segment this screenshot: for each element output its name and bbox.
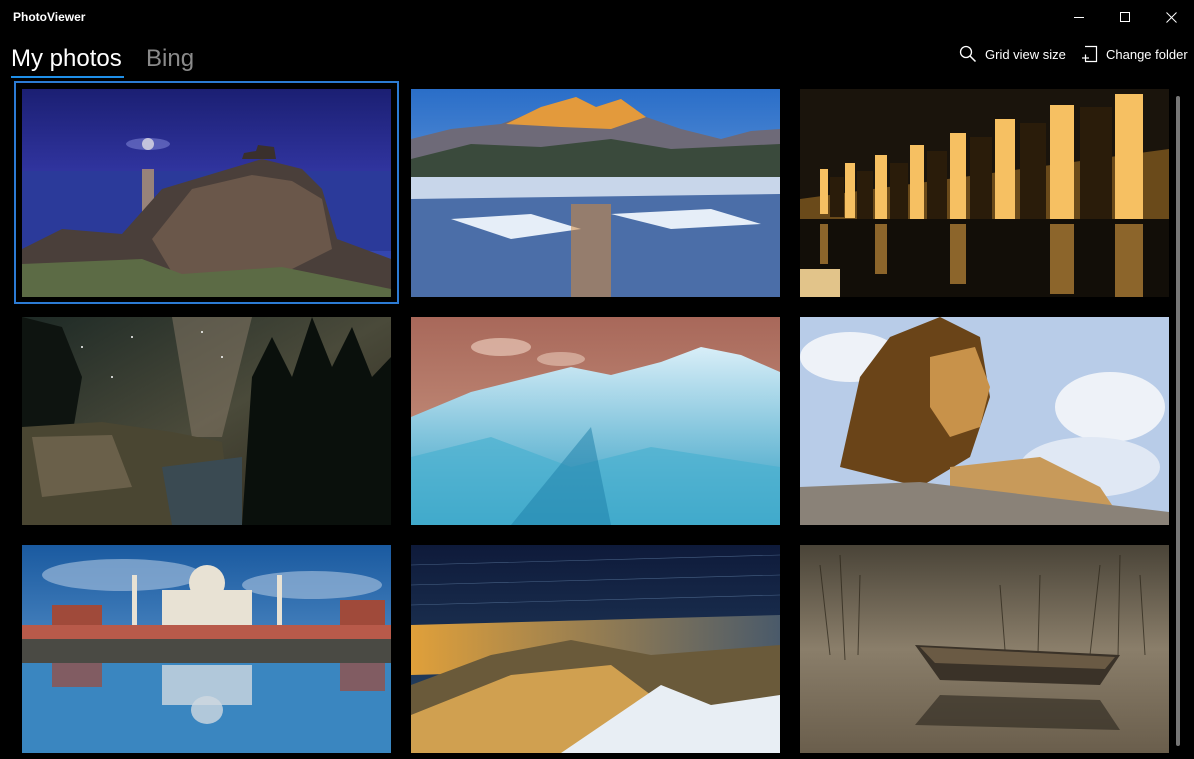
photo-tile[interactable] — [800, 317, 1169, 525]
minimize-button[interactable] — [1056, 0, 1102, 34]
photo-lion-wind — [800, 317, 1169, 525]
tab-my-photos[interactable]: My photos — [11, 45, 122, 73]
grid-view-size-button[interactable]: Grid view size — [959, 43, 1066, 65]
change-folder-button[interactable]: Change folder — [1081, 43, 1188, 65]
close-icon — [1165, 11, 1177, 23]
selected-tab-indicator — [11, 76, 124, 78]
photo-taj-mahal-reflection — [22, 545, 391, 753]
folder-add-icon — [1082, 45, 1098, 63]
photo-mosque-arches-night — [800, 89, 1169, 297]
photo-tile[interactable] — [22, 317, 391, 525]
minimize-icon — [1073, 16, 1084, 18]
title-bar: PhotoViewer — [0, 0, 1194, 34]
search-icon — [959, 45, 977, 63]
photo-tile[interactable] — [411, 89, 780, 297]
maximize-icon — [1119, 11, 1130, 22]
grid-view-size-label: Grid view size — [985, 46, 1066, 62]
close-button[interactable] — [1148, 0, 1194, 34]
vertical-scrollbar[interactable] — [1176, 96, 1180, 746]
photo-star-trails-peak — [411, 545, 780, 753]
photo-boat-reeds-fog — [800, 545, 1169, 753]
photo-tile[interactable] — [800, 545, 1169, 753]
photo-tile[interactable] — [22, 545, 391, 753]
tab-bing[interactable]: Bing — [146, 45, 194, 73]
maximize-button[interactable] — [1102, 0, 1148, 34]
photo-tile[interactable] — [411, 317, 780, 525]
selected-photo-highlight — [14, 81, 399, 304]
app-title: PhotoViewer — [13, 10, 86, 24]
photo-snowy-mountain-dusk — [411, 317, 780, 525]
photo-tile[interactable] — [800, 89, 1169, 297]
photo-mountain-lake-sunrise — [411, 89, 780, 297]
photo-forest-milky-way — [22, 317, 391, 525]
photo-tile[interactable] — [411, 545, 780, 753]
change-folder-label: Change folder — [1106, 46, 1188, 62]
